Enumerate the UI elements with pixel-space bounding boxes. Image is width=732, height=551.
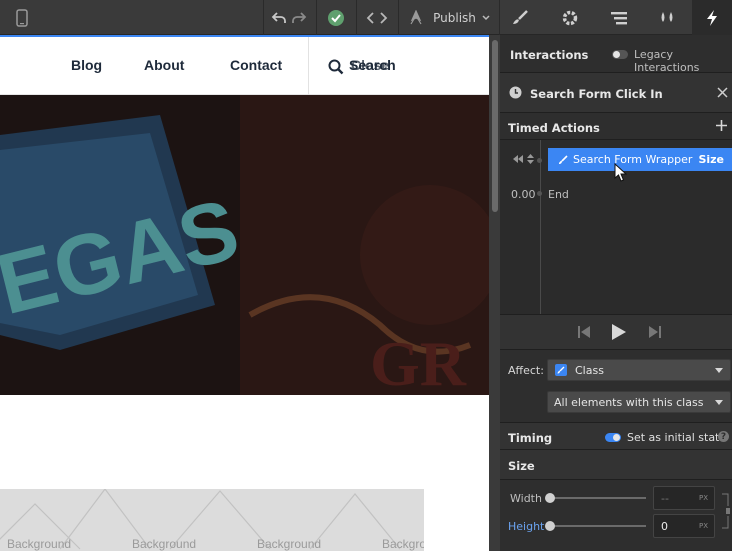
width-label: Width: [510, 492, 542, 505]
size-section-header: Size: [500, 450, 732, 480]
chevron-down-icon: [715, 399, 723, 405]
width-slider-track[interactable]: [550, 497, 646, 499]
play-icon[interactable]: [611, 323, 627, 341]
gear-icon[interactable]: [550, 0, 590, 35]
nav-link-blog[interactable]: Blog: [71, 57, 102, 73]
width-input[interactable]: -- PX: [653, 486, 715, 510]
search-icon: [328, 59, 344, 75]
size-label: Size: [508, 459, 535, 473]
nav-link-about[interactable]: About: [144, 57, 184, 73]
link-bracket-icon[interactable]: [722, 493, 730, 529]
hero-photo-art: EGAS GR: [0, 95, 489, 395]
timing-row: Timing Set as initial state ?: [500, 422, 732, 450]
svg-text:GR: GR: [370, 328, 467, 395]
height-slider-knob[interactable]: [545, 521, 555, 531]
nav-divider: [308, 37, 309, 95]
site-navbar: Blog About Contact Search Close: [0, 37, 489, 95]
affect-select[interactable]: Class: [547, 359, 731, 381]
drops-icon[interactable]: [646, 0, 688, 35]
help-icon[interactable]: ?: [718, 431, 729, 442]
initial-state-toggle[interactable]: [605, 433, 621, 442]
interactions-title: Interactions: [510, 48, 589, 62]
height-slider-track[interactable]: [550, 525, 646, 527]
end-time: 0.00: [511, 188, 536, 201]
timed-actions-header: Timed Actions: [500, 113, 732, 140]
width-slider-knob[interactable]: [545, 493, 555, 503]
bolt-icon[interactable]: [692, 0, 732, 35]
page-section-blank: [0, 395, 489, 489]
background-placeholder-strip: Background Background Background Backgro…: [0, 489, 424, 551]
bg-label-1: Background: [7, 537, 72, 551]
timed-actions-title: Timed Actions: [508, 121, 600, 135]
chevron-down-icon: [715, 367, 723, 373]
design-canvas: Blog About Contact Search Close EGAS GR: [0, 35, 489, 551]
affect-value: Class: [575, 363, 604, 377]
rocket-icon: [407, 9, 425, 26]
interactions-header: Interactions Legacy Interactions: [500, 35, 732, 74]
bg-label-3: Background: [257, 537, 322, 551]
affect-label: Affect:: [508, 364, 544, 377]
action-target: Search Form Wrapper: [573, 153, 693, 166]
publish-label: Publish: [433, 10, 476, 25]
action-item-search-form-wrapper[interactable]: Search Form Wrapper Size: [548, 148, 732, 171]
plus-icon[interactable]: [716, 120, 727, 131]
nav-link-contact[interactable]: Contact: [230, 57, 282, 73]
code-icon[interactable]: [357, 0, 397, 35]
sort-icon[interactable]: [527, 154, 534, 164]
trigger-row[interactable]: Search Form Click In: [500, 73, 732, 113]
height-unit: PX: [698, 522, 708, 530]
publish-button[interactable]: Publish: [399, 0, 498, 35]
height-label: Height: [508, 520, 545, 533]
clock-icon: [509, 86, 522, 99]
interactions-panel: Interactions Legacy Interactions Search …: [500, 35, 732, 551]
end-label: End: [548, 188, 569, 201]
bg-label-2: Background: [132, 537, 197, 551]
timing-label: Timing: [508, 431, 553, 445]
skip-forward-icon[interactable]: [649, 326, 661, 338]
scope-select[interactable]: All elements with this class: [547, 391, 731, 413]
designer-window: Publish Blog About Contact Search Close …: [0, 0, 732, 551]
device-icon[interactable]: [0, 0, 44, 35]
layers-icon[interactable]: [598, 0, 640, 35]
action-property: Size: [698, 153, 724, 166]
rewind-icon[interactable]: [512, 155, 524, 163]
brush-icon: [558, 154, 568, 165]
initial-state-label: Set as initial state: [627, 431, 727, 444]
width-value: --: [661, 491, 669, 505]
mouse-cursor-icon: [614, 163, 627, 182]
brush-icon[interactable]: [500, 0, 540, 35]
check-icon[interactable]: [317, 0, 355, 35]
canvas-scroll-thumb[interactable]: [492, 40, 498, 212]
legacy-toggle[interactable]: [612, 50, 628, 59]
width-unit: PX: [698, 494, 708, 502]
scope-value: All elements with this class: [554, 395, 704, 409]
skip-back-icon[interactable]: [578, 326, 590, 338]
close-icon[interactable]: [717, 87, 728, 98]
height-value: 0: [661, 519, 668, 533]
hero-image: EGAS GR: [0, 95, 489, 395]
height-input[interactable]: 0 PX: [653, 514, 715, 538]
top-toolbar: Publish: [0, 0, 732, 35]
class-brush-icon: [555, 364, 567, 376]
undo-icon[interactable]: [268, 0, 290, 35]
legacy-label: Legacy Interactions: [634, 48, 700, 74]
chevron-down-icon: [482, 14, 490, 21]
bg-label-4: Background: [382, 537, 424, 551]
playback-controls: [500, 314, 732, 350]
trigger-name: Search Form Click In: [530, 87, 663, 101]
redo-icon[interactable]: [289, 0, 309, 35]
close-button-label[interactable]: Close: [351, 57, 389, 73]
